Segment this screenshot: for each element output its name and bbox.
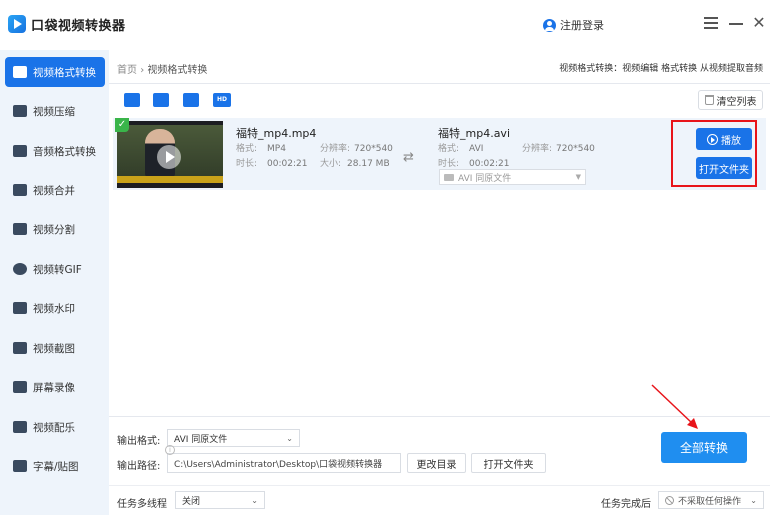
source-format: 格式: MP4 [236, 144, 286, 154]
add-file-icon[interactable] [124, 93, 140, 107]
music-icon [13, 421, 27, 433]
gif-icon [13, 263, 27, 275]
sidebar-item-label: 视频压缩 [33, 105, 75, 118]
open-folder-button-bottom[interactable]: 打开文件夹 [471, 453, 546, 473]
divider [109, 83, 770, 84]
on-complete-select[interactable]: 不采取任何操作 ⌄ [658, 491, 764, 509]
source-duration: 时长: 00:02:21 [236, 159, 308, 169]
chevron-down-icon: ⌄ [286, 433, 293, 443]
sidebar-item-label: 视频水印 [33, 302, 75, 315]
watermark-icon [13, 302, 27, 314]
video-split-icon [13, 223, 27, 235]
menu-icon[interactable] [702, 14, 720, 32]
close-icon[interactable]: ✕ [750, 14, 768, 32]
sidebar-item-screen-record[interactable]: 屏幕录像 [5, 372, 105, 402]
shuffle-icon: ⇄ [403, 150, 414, 165]
target-format-select[interactable]: AVI 同原文件 ▼ [439, 169, 586, 185]
source-resolution: 分辨率: 720*540 [320, 144, 393, 154]
multithread-label: 任务多线程 [117, 499, 167, 510]
login-label: 注册登录 [560, 19, 604, 32]
sidebar-item-video-compress[interactable]: 视频压缩 [5, 96, 105, 126]
target-duration: 时长: 00:02:21 [438, 159, 510, 169]
clear-list-button[interactable]: 清空列表 [698, 90, 763, 110]
sidebar-item-label: 视频配乐 [33, 421, 75, 434]
sidebar-item-label: 视频分割 [33, 223, 75, 236]
sidebar-item-label: 屏幕录像 [33, 381, 75, 394]
user-icon [543, 18, 556, 32]
output-format-label: 输出格式: [117, 436, 161, 447]
sidebar-item-label: 视频格式转换 [33, 66, 96, 79]
output-path-input[interactable]: C:\Users\Administrator\Desktop\口袋视频转换器 [167, 453, 401, 473]
batch-settings-icon[interactable] [183, 93, 199, 107]
sidebar-item-video-merge[interactable]: 视频合并 [5, 175, 105, 205]
ban-icon [665, 495, 674, 505]
add-folder-icon[interactable] [153, 93, 169, 107]
highlight-box: 播放 打开文件夹 [671, 120, 757, 187]
minimize-icon[interactable] [727, 14, 745, 32]
sidebar-item-label: 视频合并 [33, 184, 75, 197]
checked-icon[interactable]: ✓ [115, 118, 129, 132]
sidebar-item-subtitle[interactable]: 字幕/贴图 [5, 451, 105, 481]
sidebar: 视频格式转换 视频压缩 音频格式转换 视频合并 视频分割 视频转GIF 视频水印… [0, 50, 109, 515]
chevron-down-icon: ▼ [575, 173, 581, 181]
target-file-name: 福特_mp4.avi [438, 127, 510, 140]
play-circle-icon [707, 133, 718, 145]
chevron-down-icon: ⌄ [750, 495, 757, 505]
on-complete-label: 任务完成后 [601, 499, 651, 510]
sidebar-item-label: 视频截图 [33, 342, 75, 355]
breadcrumb-home[interactable]: 首页 [117, 65, 137, 76]
output-settings-panel: 输出格式: AVI 同原文件 ⌄ 输出路径: C:\Users\Administ… [109, 416, 770, 515]
video-merge-icon [13, 184, 27, 196]
video-convert-icon [13, 66, 27, 78]
info-icon[interactable]: i [165, 445, 175, 455]
file-row: ✓ 福特_mp4.mp4 格式: MP4 分辨率: 720*540 时长: 00:02… [113, 118, 766, 190]
thumbnail-caption-bar [117, 176, 223, 183]
sidebar-item-video-gif[interactable]: 视频转GIF [5, 254, 105, 284]
sidebar-item-screenshot[interactable]: 视频截图 [5, 333, 105, 363]
target-format: 格式: AVI [438, 144, 484, 154]
clear-list-label: 清空列表 [716, 96, 757, 108]
convert-all-button[interactable]: 全部转换 [661, 432, 747, 463]
multithread-select[interactable]: 关闭 ⌄ [175, 491, 265, 509]
open-folder-button[interactable]: 打开文件夹 [696, 157, 752, 179]
sidebar-item-watermark[interactable]: 视频水印 [5, 293, 105, 323]
source-size: 大小: 28.17 MB [320, 159, 390, 169]
breadcrumb: 首页 › 视频格式转换 [117, 61, 207, 76]
app-logo-icon [8, 15, 26, 33]
divider [109, 485, 770, 486]
breadcrumb-current: 视频格式转换 [147, 65, 208, 76]
tagline: 视频格式转换：视频编辑 格式转换 从视频提取音频 [559, 64, 763, 74]
output-format-select[interactable]: AVI 同原文件 ⌄ [167, 429, 300, 447]
source-file-name: 福特_mp4.mp4 [236, 127, 317, 140]
film-icon [444, 173, 454, 181]
output-path-label: 输出路径: [117, 461, 161, 472]
sidebar-item-audio-convert[interactable]: 音频格式转换 [5, 136, 105, 166]
sidebar-item-label: 音频格式转换 [33, 145, 96, 158]
sidebar-item-label: 视频转GIF [33, 263, 82, 276]
sidebar-item-video-convert[interactable]: 视频格式转换 [5, 57, 105, 87]
screen-record-icon [13, 381, 27, 393]
change-directory-button[interactable]: 更改目录 [407, 453, 466, 473]
chevron-down-icon: ⌄ [251, 495, 258, 505]
sidebar-item-music[interactable]: 视频配乐 [5, 412, 105, 442]
hd-icon[interactable]: HD [213, 93, 231, 107]
play-button[interactable]: 播放 [696, 128, 752, 150]
play-overlay-icon[interactable] [157, 145, 181, 169]
title-bar: 口袋视频转换器 注册登录 ✕ [0, 0, 770, 50]
sidebar-item-video-split[interactable]: 视频分割 [5, 214, 105, 244]
subtitle-icon [13, 460, 27, 472]
audio-convert-icon [13, 145, 27, 157]
sidebar-item-label: 字幕/贴图 [33, 460, 79, 473]
video-compress-icon [13, 105, 27, 117]
trash-icon [704, 95, 714, 105]
target-resolution: 分辨率: 720*540 [522, 144, 595, 154]
video-thumbnail[interactable] [117, 121, 223, 188]
screenshot-icon [13, 342, 27, 354]
login-button[interactable]: 注册登录 [543, 17, 604, 33]
app-title: 口袋视频转换器 [31, 19, 126, 34]
